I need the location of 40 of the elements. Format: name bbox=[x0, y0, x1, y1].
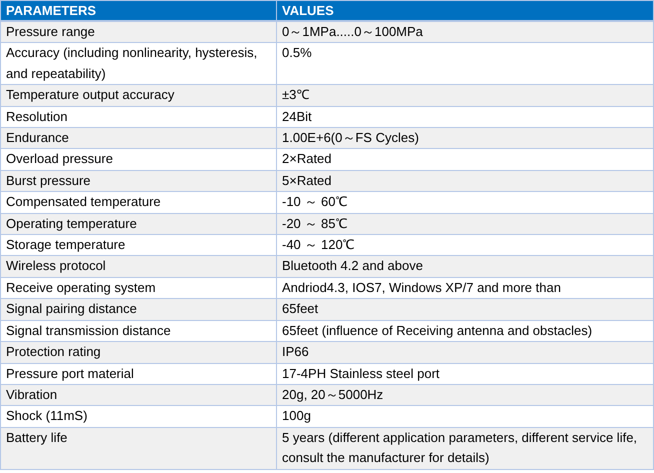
table-cell: -40 ～ 120℃ bbox=[276, 234, 654, 256]
column-header: VALUES bbox=[276, 0, 654, 21]
table-cell: Pressure range bbox=[0, 21, 276, 43]
table-cell: ±3℃ bbox=[276, 84, 654, 106]
table-cell: Pressure port material bbox=[0, 363, 276, 384]
table-cell: Temperature output accuracy bbox=[0, 84, 276, 106]
table-cell: Overload pressure bbox=[0, 148, 276, 170]
table-cell: Protection rating bbox=[0, 342, 276, 363]
table-cell: 2×Rated bbox=[276, 148, 654, 170]
table-cell: IP66 bbox=[276, 342, 654, 363]
table-cell: 5×Rated bbox=[276, 170, 654, 192]
table-cell: Andriod4.3, IOS7, Windows XP/7 and more than bbox=[276, 277, 654, 299]
table-cell: Bluetooth 4.2 and above bbox=[276, 256, 654, 278]
table-cell: Accuracy (including nonlinearity, hysteresis, and repeatability) bbox=[0, 42, 276, 85]
table-cell: Endurance bbox=[0, 128, 276, 149]
table-cell: 0～1MPa.....0～100MPa bbox=[276, 21, 654, 43]
table-cell: 1.00E+6(0～FS Cycles) bbox=[276, 128, 654, 149]
table-cell: 20g, 20～5000Hz bbox=[276, 384, 654, 406]
table-cell: Resolution bbox=[0, 106, 276, 128]
table-cell: 5 years (different application parameters, different service life, consult the manufacturer for details) bbox=[276, 427, 654, 470]
table-cell: Shock (11mS) bbox=[0, 406, 276, 428]
table-cell: 65feet (influence of Receiving antenna and obstacles) bbox=[276, 320, 654, 342]
table-cell: Signal transmission distance bbox=[0, 320, 276, 342]
table-cell: Operating temperature bbox=[0, 213, 276, 235]
table-cell: 100g bbox=[276, 406, 654, 428]
table-cell: 17-4PH Stainless steel port bbox=[276, 363, 654, 384]
table-cell: 24Bit bbox=[276, 106, 654, 128]
table-cell: 65feet bbox=[276, 298, 654, 320]
table-cell: Storage temperature bbox=[0, 234, 276, 256]
table-cell: Compensated temperature bbox=[0, 192, 276, 214]
table-cell: Wireless protocol bbox=[0, 256, 276, 278]
table-cell: Receive operating system bbox=[0, 277, 276, 299]
column-header: PARAMETERS bbox=[0, 0, 276, 21]
table-cell: Vibration bbox=[0, 384, 276, 406]
table-cell: Signal pairing distance bbox=[0, 298, 276, 320]
table-cell: Battery life bbox=[0, 427, 276, 470]
table-cell: -10 ～ 60℃ bbox=[276, 192, 654, 214]
table-cell: Burst pressure bbox=[0, 170, 276, 192]
table-cell: -20 ～ 85℃ bbox=[276, 213, 654, 235]
table-cell: 0.5% bbox=[276, 42, 654, 85]
